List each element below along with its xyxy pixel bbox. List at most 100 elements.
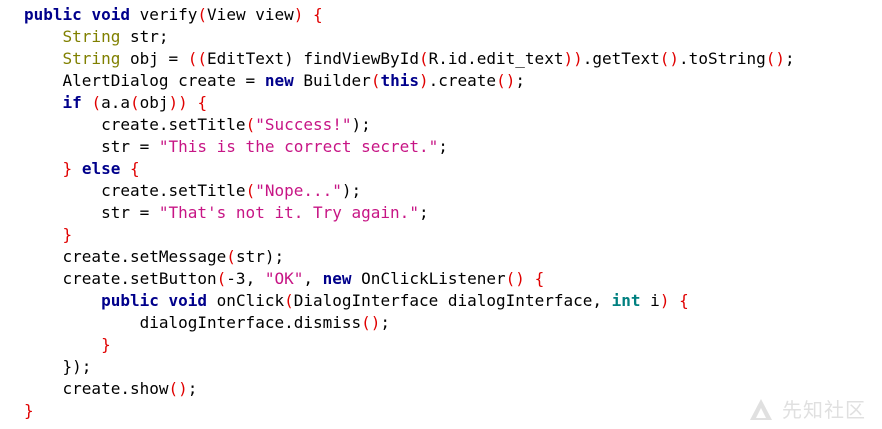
code-token: .getText <box>582 49 660 68</box>
code-token: new <box>322 269 352 288</box>
code-token: () <box>505 269 525 288</box>
code-token: } <box>62 159 73 178</box>
code-line-10: str = "That's not it. Try again."; <box>24 202 874 224</box>
code-token: ( <box>91 93 102 112</box>
code-token: ( <box>129 93 140 112</box>
code-token: ); <box>351 115 371 134</box>
code-token: DialogInterface dialogInterface, <box>293 291 612 310</box>
watermark-logo-icon <box>746 396 776 422</box>
code-token: create.setTitle <box>101 115 246 134</box>
code-token: ); <box>341 181 362 200</box>
code-line-15: dialogInterface.dismiss(); <box>24 312 874 334</box>
code-token: String <box>62 27 121 46</box>
code-token: void <box>168 291 208 310</box>
code-token: int <box>611 291 641 310</box>
code-line-16: } <box>24 334 874 356</box>
code-token: ( <box>226 247 236 266</box>
code-token: "Success!" <box>255 115 352 134</box>
code-token: public <box>24 5 82 24</box>
code-token: () <box>168 379 188 398</box>
code-token: ; <box>187 379 198 398</box>
code-token: , <box>303 269 323 288</box>
code-token: }) <box>62 357 82 376</box>
code-token: (( <box>187 49 208 68</box>
code-token: create.setMessage <box>62 247 227 266</box>
code-token: ; <box>515 71 525 90</box>
code-token: () <box>659 49 680 68</box>
code-token: } <box>62 225 73 244</box>
code-token: () <box>496 71 516 90</box>
code-token: str; <box>129 27 169 46</box>
code-token: "Nope..." <box>255 181 342 200</box>
code-line-6: create.setTitle("Success!"); <box>24 114 874 136</box>
code-token: ) <box>293 5 304 24</box>
code-token: } <box>101 335 111 354</box>
code-token: dialogInterface.dismiss <box>139 313 362 332</box>
code-token: create.setTitle <box>101 181 246 200</box>
code-token: .create <box>428 71 497 90</box>
watermark: 先知社区 <box>746 394 866 423</box>
code-token: View view <box>207 5 294 24</box>
code-token: ( <box>370 71 381 90</box>
code-token: create.show <box>62 379 169 398</box>
code-token: create.setButton <box>62 269 217 288</box>
code-token: i <box>640 291 660 310</box>
code-token: ( <box>245 115 256 134</box>
code-token: void <box>91 5 130 24</box>
code-line-17: }); <box>24 356 874 378</box>
code-token: { <box>679 291 689 310</box>
code-token: String <box>62 49 121 68</box>
code-token: ( <box>284 291 294 310</box>
code-token: ); <box>264 247 285 266</box>
code-token: () <box>361 313 381 332</box>
code-token: )) <box>168 93 188 112</box>
code-line-11: } <box>24 224 874 246</box>
code-token: R.id.edit_text <box>428 49 564 68</box>
code-line-9: create.setTitle("Nope..."); <box>24 180 874 202</box>
code-token: str = <box>101 203 159 222</box>
code-token: .toString <box>679 49 766 68</box>
code-token: } <box>24 401 34 420</box>
code-token: ; <box>81 357 92 376</box>
code-token: a.a <box>101 93 130 112</box>
code-line-7: str = "This is the correct secret."; <box>24 136 874 158</box>
code-token: { <box>129 159 140 178</box>
code-token: ; <box>785 49 795 68</box>
code-token: obj <box>139 93 169 112</box>
code-line-2: String str; <box>24 26 874 48</box>
code-line-5: if (a.a(obj)) { <box>24 92 874 114</box>
code-token: -3, <box>226 269 265 288</box>
code-token: () <box>765 49 786 68</box>
code-token: ( <box>216 269 227 288</box>
code-line-13: create.setButton(-3, "OK", new OnClickLi… <box>24 268 874 290</box>
code-token: ) findViewById <box>284 49 419 68</box>
code-token: ( <box>245 181 256 200</box>
code-token: ; <box>380 313 391 332</box>
code-token: "That's not it. Try again." <box>158 203 419 222</box>
code-line-12: create.setMessage(str); <box>24 246 874 268</box>
code-token: if <box>62 93 82 112</box>
code-token: OnClickListener <box>361 269 506 288</box>
code-line-1: public void verify(View view) { <box>24 4 874 26</box>
code-token: str = <box>101 137 159 156</box>
code-editor: public void verify(View view) { String s… <box>24 4 874 422</box>
code-token: EditText <box>207 49 285 68</box>
code-token: "This is the correct secret." <box>158 137 439 156</box>
code-token: { <box>534 269 545 288</box>
code-token: AlertDialog create = <box>62 71 265 90</box>
code-token: ) <box>659 291 670 310</box>
watermark-text: 先知社区 <box>782 398 866 422</box>
code-token: str <box>235 247 265 266</box>
code-token: ( <box>418 49 429 68</box>
code-token: ) <box>418 71 429 90</box>
code-line-4: AlertDialog create = new Builder(this).c… <box>24 70 874 92</box>
code-token: obj = <box>129 49 188 68</box>
code-token: else <box>81 159 121 178</box>
code-line-14: public void onClick(DialogInterface dial… <box>24 290 874 312</box>
code-token: ; <box>418 203 429 222</box>
code-token: )) <box>563 49 583 68</box>
code-token: ( <box>197 5 208 24</box>
code-token: new <box>264 71 294 90</box>
code-token: this <box>380 71 419 90</box>
code-token: { <box>313 5 323 24</box>
